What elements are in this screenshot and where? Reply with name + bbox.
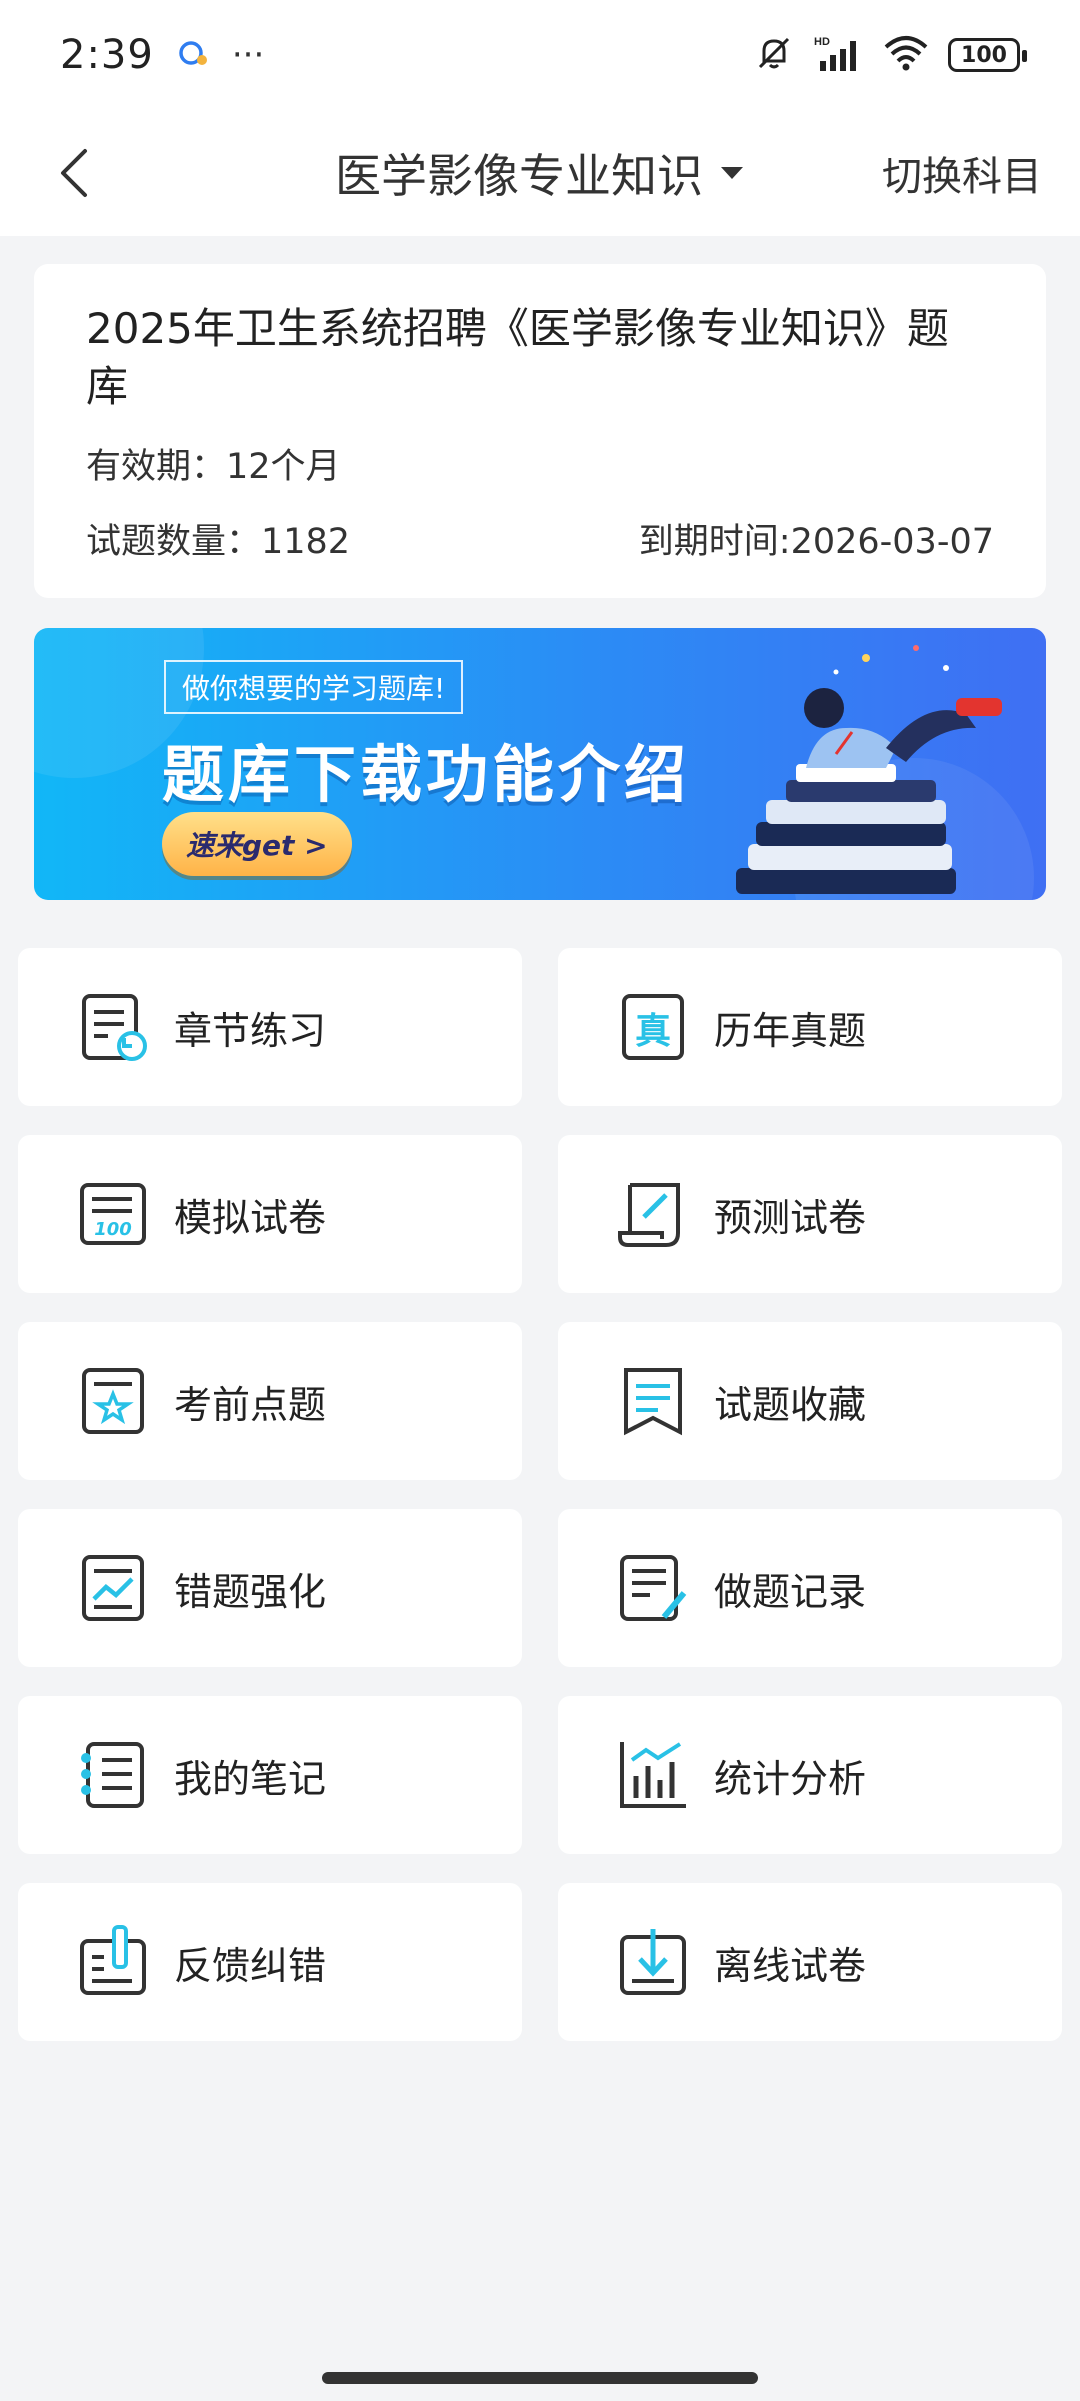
question-count: 试题数量：1182 [86, 522, 351, 562]
svg-text:100: 100 [94, 1219, 132, 1240]
menu-item-favorites[interactable]: 试题收藏 [558, 1322, 1062, 1480]
page-title: 医学影像专业知识 [335, 149, 703, 203]
validity-period: 有效期：12个月 [86, 447, 341, 487]
switch-subject-button[interactable]: 切换科目 [882, 110, 1042, 236]
menu-item-pre-exam-tips[interactable]: 考前点题 [18, 1322, 522, 1480]
mute-icon [754, 33, 794, 77]
svg-text:HD: HD [814, 36, 830, 48]
download-feature-banner[interactable]: 做你想要的学习题库! 题库下载功能介绍 速来get > [34, 628, 1046, 900]
menu-item-label: 历年真题 [714, 1008, 867, 1053]
menu-item-offline-paper[interactable]: 离线试卷 [558, 1883, 1062, 2041]
menu-item-practice-record[interactable]: 做题记录 [558, 1509, 1062, 1667]
signal-icon: HD [812, 33, 864, 77]
more-status-icon: ··· [231, 35, 265, 75]
question-bank-title: 2025年卫生系统招聘《医学影像专业知识》题库 [86, 304, 949, 411]
menu-item-wrong-question[interactable]: 错题强化 [18, 1509, 522, 1667]
home-indicator [322, 2372, 758, 2384]
menu-item-label: 考前点题 [174, 1382, 327, 1427]
menu-item-mock-paper[interactable]: 100 模拟试卷 [18, 1135, 522, 1293]
menu-item-label: 模拟试卷 [174, 1195, 327, 1240]
notes-icon [74, 1736, 152, 1814]
menu-item-label: 反馈纠错 [174, 1943, 327, 1988]
offline-paper-icon [614, 1923, 692, 2001]
menu-item-label: 试题收藏 [714, 1382, 867, 1427]
menu-item-label: 预测试卷 [714, 1195, 867, 1240]
banner-tag: 做你想要的学习题库! [164, 660, 464, 714]
favorites-icon [614, 1362, 692, 1440]
svg-text:真: 真 [635, 1011, 671, 1052]
statistics-icon [614, 1736, 692, 1814]
menu-item-statistics[interactable]: 统计分析 [558, 1696, 1062, 1854]
menu-item-label: 章节练习 [174, 1008, 327, 1053]
notification-icon [176, 38, 210, 72]
reading-girl-illustration [736, 645, 1002, 894]
wrong-question-icon [74, 1549, 152, 1627]
question-bank-info-card: 2025年卫生系统招聘《医学影像专业知识》题库 有效期：12个月 试题数量：11… [34, 264, 1046, 598]
status-bar: 2:39 ··· HD 100 [0, 0, 1080, 110]
nav-bar: 医学影像专业知识 切换科目 [0, 110, 1080, 236]
dropdown-triangle-icon [721, 167, 743, 179]
menu-item-predict-paper[interactable]: 预测试卷 [558, 1135, 1062, 1293]
menu-item-feedback[interactable]: 反馈纠错 [18, 1883, 522, 2041]
menu-item-notes[interactable]: 我的笔记 [18, 1696, 522, 1854]
status-time: 2:39 [60, 32, 154, 78]
menu-item-label: 做题记录 [714, 1569, 867, 1614]
subject-selector[interactable]: 医学影像专业知识 [335, 140, 745, 206]
menu-item-past-exam[interactable]: 真 历年真题 [558, 948, 1062, 1106]
mock-paper-icon: 100 [74, 1175, 152, 1253]
menu-item-label: 我的笔记 [174, 1756, 327, 1801]
pre-exam-tips-icon [74, 1362, 152, 1440]
banner-cta-button[interactable]: 速来get > [162, 812, 352, 876]
predict-paper-icon [614, 1175, 692, 1253]
battery-indicator: 100 [948, 38, 1027, 72]
practice-record-icon [614, 1549, 692, 1627]
wifi-icon [882, 33, 930, 77]
chapter-practice-icon [74, 988, 152, 1066]
expiry-date: 到期时间:2026-03-07 [638, 522, 994, 562]
menu-item-chapter-practice[interactable]: 章节练习 [18, 948, 522, 1106]
menu-item-label: 离线试卷 [714, 1943, 867, 1988]
feedback-icon [74, 1923, 152, 2001]
past-exam-icon: 真 [614, 988, 692, 1066]
banner-headline: 题库下载功能介绍 [162, 738, 691, 811]
menu-item-label: 统计分析 [714, 1756, 867, 1801]
menu-item-label: 错题强化 [174, 1569, 327, 1614]
